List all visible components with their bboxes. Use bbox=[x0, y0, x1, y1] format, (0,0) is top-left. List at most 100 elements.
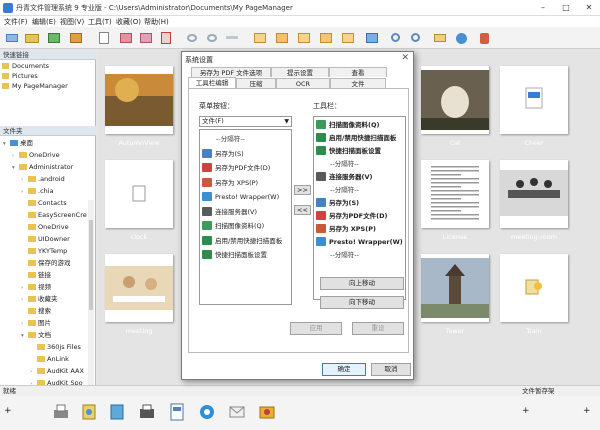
chevron-right-icon[interactable]: › bbox=[21, 295, 28, 305]
command-item[interactable]: 扫描图像资料(Q) bbox=[316, 119, 379, 132]
menu-select[interactable]: 文件(F) ▼ bbox=[199, 116, 292, 127]
folder-tree-item[interactable]: 搜索 bbox=[21, 306, 51, 316]
toolbar-commands-list[interactable]: 扫描图像资料(Q) 启用/禁用快捷扫描面板 快捷扫描面板设置 --分隔符-- 连接服务器… bbox=[313, 116, 406, 300]
tab-ocr[interactable]: OCR bbox=[276, 78, 330, 88]
command-item[interactable]: Presto! Wrapper(W) bbox=[202, 191, 279, 204]
tab-file[interactable]: 文件 bbox=[330, 78, 386, 88]
tab-toolbar-edit[interactable]: 工具栏编辑 bbox=[188, 77, 236, 88]
chevron-right-icon[interactable]: › bbox=[21, 175, 28, 185]
folder-tree-item[interactable]: › 视频 bbox=[21, 282, 51, 292]
zoom-in-icon[interactable] bbox=[388, 30, 404, 45]
command-item[interactable]: 快捷扫描面板设置 bbox=[316, 145, 381, 158]
command-item[interactable]: 另存为 XPS(P) bbox=[202, 177, 258, 190]
folder-tree-item[interactable]: 链接 bbox=[21, 270, 51, 280]
split-icon[interactable] bbox=[296, 30, 312, 45]
help-icon[interactable] bbox=[476, 30, 492, 45]
app-blue-icon[interactable] bbox=[108, 402, 126, 422]
scan-icon[interactable] bbox=[4, 30, 20, 45]
stack-icon[interactable] bbox=[118, 30, 134, 45]
folder-tree-item[interactable]: OneDrive bbox=[21, 222, 69, 232]
command-item[interactable]: 另存为(S) bbox=[202, 148, 244, 161]
command-item[interactable]: 扫描图像资料(Q) bbox=[202, 220, 264, 233]
folder-tree-item[interactable]: › .chia bbox=[21, 186, 54, 196]
scrollbar-thumb[interactable] bbox=[89, 220, 93, 310]
command-item[interactable]: Presto! Wrapper(W) bbox=[316, 236, 403, 249]
thumbnail[interactable] bbox=[105, 160, 173, 228]
thumbnail[interactable] bbox=[500, 66, 568, 134]
chevron-down-icon[interactable]: ▾ bbox=[3, 139, 10, 149]
command-item[interactable]: 另存为(S) bbox=[316, 197, 359, 210]
folder-tree-item[interactable]: › 图片 bbox=[21, 318, 51, 328]
folder-tree-item[interactable]: Contacts bbox=[21, 198, 67, 208]
merge-icon[interactable] bbox=[274, 30, 290, 45]
menu-file[interactable]: 文件(F) bbox=[4, 17, 28, 27]
command-item[interactable]: 启用/禁用快捷扫描面板 bbox=[202, 235, 282, 248]
thumbnail[interactable] bbox=[105, 66, 173, 134]
add-to-toolbar-button[interactable]: >> bbox=[294, 185, 311, 195]
command-item[interactable]: 快捷扫描面板设置 bbox=[202, 249, 267, 262]
folder-tree-item[interactable]: 360js Files bbox=[30, 342, 81, 352]
move-down-button[interactable]: 向下移动 bbox=[320, 296, 404, 309]
folder-tree-item[interactable]: › OneDrive bbox=[12, 150, 60, 160]
game-icon[interactable] bbox=[258, 402, 276, 422]
folder-tree-item[interactable]: 保存的游戏 bbox=[21, 258, 71, 268]
cancel-button[interactable]: 取消 bbox=[371, 363, 411, 376]
tray-add-icon[interactable]: + bbox=[522, 406, 530, 416]
command-item[interactable]: 另存为 XPS(P) bbox=[316, 223, 376, 236]
separator-item[interactable]: --分隔符-- bbox=[316, 249, 359, 262]
folder-tree-item[interactable]: ▾ 桌面 bbox=[3, 138, 33, 148]
chevron-down-icon[interactable]: ▾ bbox=[21, 331, 28, 341]
folder-tree-item[interactable]: AnLink bbox=[30, 354, 69, 364]
thumbnail[interactable] bbox=[500, 160, 568, 228]
pdf-icon[interactable] bbox=[158, 30, 174, 45]
dialog-close-icon[interactable]: ✕ bbox=[401, 53, 409, 63]
maximize-button[interactable]: □ bbox=[555, 0, 577, 16]
internet-explorer-icon[interactable] bbox=[198, 402, 216, 422]
close-button[interactable]: ✕ bbox=[578, 0, 600, 16]
tab-compress[interactable]: 压缩 bbox=[236, 78, 276, 88]
chevron-down-icon[interactable]: ▾ bbox=[12, 163, 19, 173]
export-icon[interactable] bbox=[68, 30, 84, 45]
chevron-right-icon[interactable]: › bbox=[21, 283, 28, 293]
folder-tree-item[interactable]: › .android bbox=[21, 174, 65, 184]
remove-from-toolbar-button[interactable]: << bbox=[294, 205, 311, 215]
thumbnail[interactable] bbox=[421, 254, 489, 322]
folder-tree-item[interactable]: › 收藏夹 bbox=[21, 294, 58, 304]
reset-button[interactable]: 重设 bbox=[352, 322, 404, 335]
rotate-left-icon[interactable] bbox=[184, 30, 200, 45]
new-page-icon[interactable] bbox=[96, 30, 112, 45]
unstack-icon[interactable] bbox=[138, 30, 154, 45]
tab-view[interactable]: 查看 bbox=[329, 67, 387, 77]
rotate-right-icon[interactable] bbox=[204, 30, 220, 45]
open-folder-icon[interactable] bbox=[24, 30, 40, 45]
available-commands-list[interactable]: --分隔符-- 另存为(S) 另存为PDF文件(D) 另存为 XPS(P) Presto… bbox=[199, 129, 292, 305]
arrows-icon[interactable] bbox=[224, 30, 240, 45]
command-item[interactable]: 连接服务器(V) bbox=[202, 206, 257, 219]
command-item[interactable]: 启用/禁用快捷扫描面板 bbox=[316, 132, 396, 145]
thumbnail[interactable] bbox=[105, 254, 173, 322]
paint-icon[interactable] bbox=[80, 402, 98, 422]
folder-tree-item[interactable]: YKYTemp bbox=[21, 246, 67, 256]
printer-icon[interactable] bbox=[52, 402, 70, 422]
separator-item[interactable]: --分隔符-- bbox=[202, 133, 245, 146]
menu-favorites[interactable]: 收藏(O) bbox=[116, 17, 141, 27]
chevron-right-icon[interactable]: › bbox=[30, 367, 37, 377]
menu-view[interactable]: 视图(V) bbox=[60, 17, 84, 27]
command-item[interactable]: 连接服务器(V) bbox=[316, 171, 372, 184]
folder-tree-item[interactable]: ▾ Administrator bbox=[12, 162, 73, 172]
mail-app-icon[interactable] bbox=[228, 402, 246, 422]
quicklink-my-pagemanager[interactable]: My PageManager bbox=[2, 81, 68, 91]
chevron-right-icon[interactable]: › bbox=[21, 319, 28, 329]
command-item[interactable]: 另存为PDF文件(D) bbox=[202, 162, 270, 175]
import-icon[interactable] bbox=[46, 30, 62, 45]
menu-help[interactable]: 帮助(H) bbox=[144, 17, 169, 27]
tab-prompt-settings[interactable]: 提示设置 bbox=[271, 67, 329, 77]
folder-tree-item[interactable]: EasyScreenCre bbox=[21, 210, 87, 220]
apply-button[interactable]: 应用 bbox=[290, 322, 342, 335]
minimize-button[interactable]: – bbox=[532, 0, 554, 16]
view-icon[interactable] bbox=[364, 30, 380, 45]
separator-item[interactable]: --分隔符-- bbox=[316, 184, 359, 197]
command-item[interactable]: 另存为PDF文件(D) bbox=[316, 210, 387, 223]
thumbnail[interactable] bbox=[421, 160, 489, 228]
crop-icon[interactable] bbox=[252, 30, 268, 45]
